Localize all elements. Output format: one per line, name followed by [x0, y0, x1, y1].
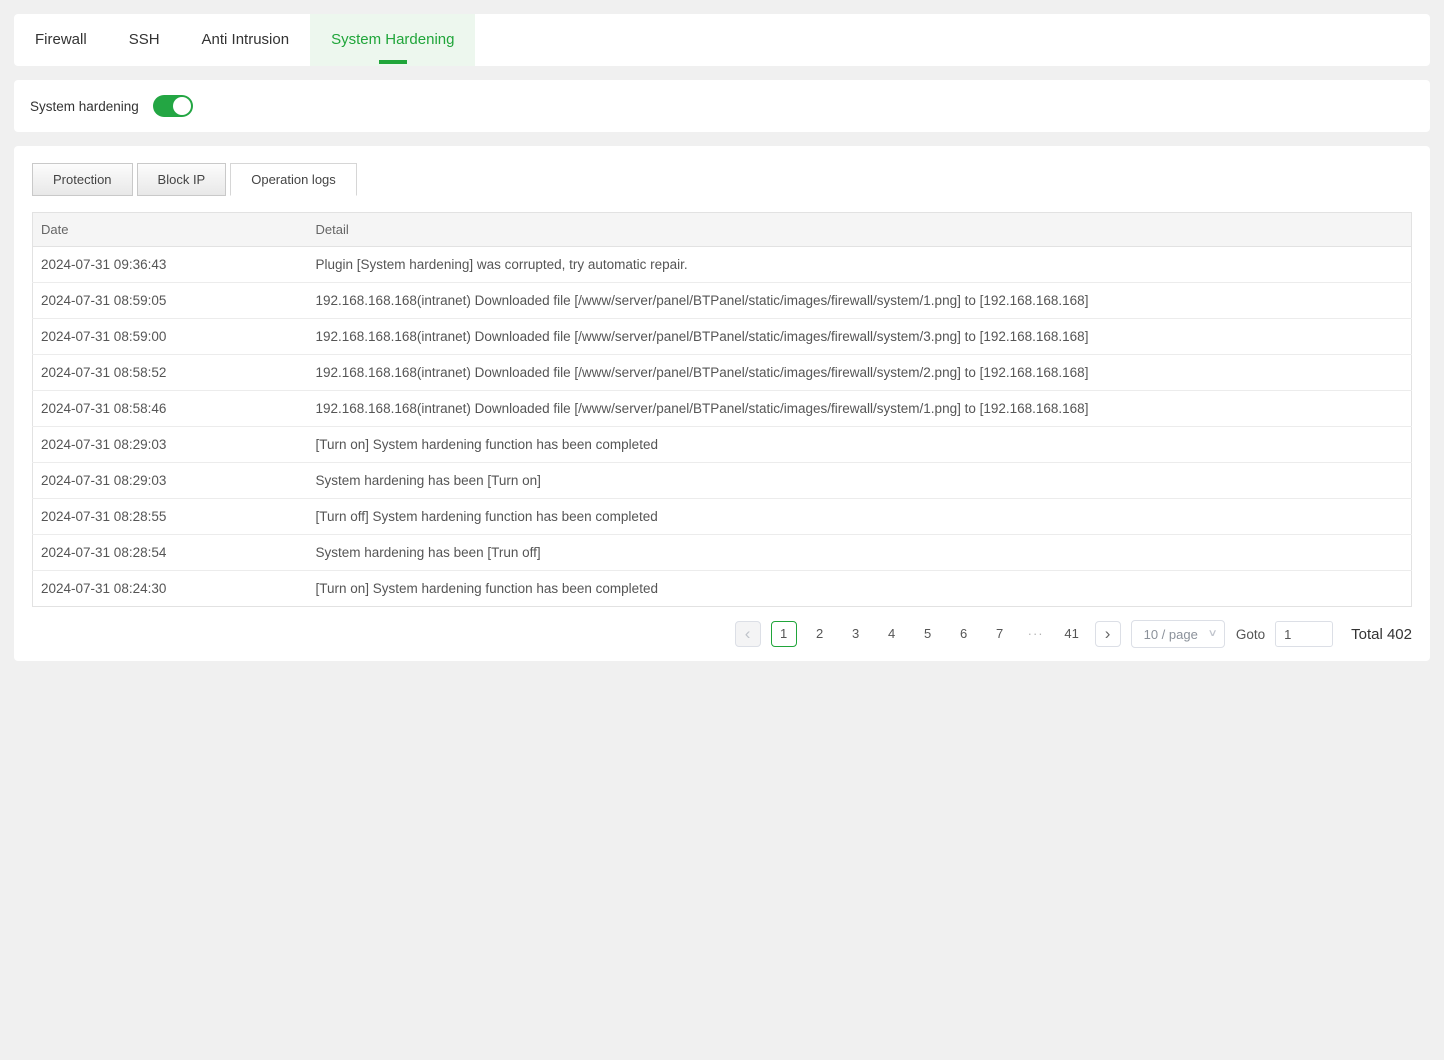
cell-detail: 192.168.168.168(intranet) Downloaded fil…	[308, 283, 1412, 319]
page-number[interactable]: 1	[771, 621, 797, 647]
chevron-left-icon: ‹	[745, 625, 751, 642]
tab-firewall[interactable]: Firewall	[14, 14, 108, 66]
operation-logs-table: Date Detail 2024-07-31 09:36:43 Plugin […	[32, 212, 1412, 607]
cell-date: 2024-07-31 08:24:30	[33, 571, 308, 607]
page-ellipsis: ···	[1023, 621, 1049, 647]
table-row: 2024-07-31 08:24:30 [Turn on] System har…	[33, 571, 1412, 607]
page-number[interactable]: 2	[807, 621, 833, 647]
table-row: 2024-07-31 08:28:55 [Turn off] System ha…	[33, 499, 1412, 535]
prev-page-button[interactable]: ‹	[735, 621, 761, 647]
cell-date: 2024-07-31 08:29:03	[33, 463, 308, 499]
table-row: 2024-07-31 08:59:00 192.168.168.168(intr…	[33, 319, 1412, 355]
cell-detail: System hardening has been [Turn on]	[308, 463, 1412, 499]
table-row: 2024-07-31 08:29:03 [Turn on] System har…	[33, 427, 1412, 463]
cell-detail: [Turn on] System hardening function has …	[308, 427, 1412, 463]
cell-date: 2024-07-31 09:36:43	[33, 247, 308, 283]
cell-date: 2024-07-31 08:58:52	[33, 355, 308, 391]
table-row: 2024-07-31 08:58:46 192.168.168.168(intr…	[33, 391, 1412, 427]
page: Firewall SSH Anti Intrusion System Harde…	[0, 0, 1444, 675]
table-row: 2024-07-31 08:58:52 192.168.168.168(intr…	[33, 355, 1412, 391]
page-list: 1 2 3 4 5 6 7 ··· 41	[766, 621, 1090, 647]
chevron-right-icon: ›	[1105, 625, 1111, 642]
page-number[interactable]: 5	[915, 621, 941, 647]
top-tab-bar: Firewall SSH Anti Intrusion System Harde…	[14, 14, 1430, 66]
cell-date: 2024-07-31 08:59:05	[33, 283, 308, 319]
cell-date: 2024-07-31 08:28:55	[33, 499, 308, 535]
column-header-detail: Detail	[308, 213, 1412, 247]
tab-anti-intrusion[interactable]: Anti Intrusion	[181, 14, 311, 66]
log-table-body: 2024-07-31 09:36:43 Plugin [System harde…	[33, 247, 1412, 607]
chevron-down-icon: ∨	[1207, 628, 1217, 639]
main-panel: Protection Block IP Operation logs Date …	[14, 146, 1430, 661]
cell-detail: System hardening has been [Trun off]	[308, 535, 1412, 571]
table-header-row: Date Detail	[33, 213, 1412, 247]
subtab-operation-logs[interactable]: Operation logs	[230, 163, 357, 196]
total-count: Total 402	[1351, 626, 1412, 643]
page-number[interactable]: 6	[951, 621, 977, 647]
page-number[interactable]: 7	[987, 621, 1013, 647]
cell-date: 2024-07-31 08:58:46	[33, 391, 308, 427]
system-hardening-toggle[interactable]	[153, 95, 193, 117]
next-page-button[interactable]: ›	[1095, 621, 1121, 647]
page-number[interactable]: 4	[879, 621, 905, 647]
cell-detail: [Turn off] System hardening function has…	[308, 499, 1412, 535]
table-row: 2024-07-31 08:28:54 System hardening has…	[33, 535, 1412, 571]
cell-detail: 192.168.168.168(intranet) Downloaded fil…	[308, 355, 1412, 391]
cell-detail: [Turn on] System hardening function has …	[308, 571, 1412, 607]
page-number[interactable]: 41	[1059, 621, 1085, 647]
tab-system-hardening[interactable]: System Hardening	[310, 14, 475, 66]
sub-tab-bar: Protection Block IP Operation logs	[32, 163, 1412, 196]
cell-detail: 192.168.168.168(intranet) Downloaded fil…	[308, 391, 1412, 427]
table-row: 2024-07-31 08:29:03 System hardening has…	[33, 463, 1412, 499]
page-number[interactable]: 3	[843, 621, 869, 647]
system-hardening-panel: System hardening	[14, 80, 1430, 132]
cell-date: 2024-07-31 08:59:00	[33, 319, 308, 355]
system-hardening-label: System hardening	[30, 99, 139, 114]
subtab-block-ip[interactable]: Block IP	[137, 163, 227, 196]
toggle-knob	[173, 97, 191, 115]
subtab-protection[interactable]: Protection	[32, 163, 133, 196]
tab-ssh[interactable]: SSH	[108, 14, 181, 66]
page-size-value: 10 / page	[1144, 627, 1198, 642]
goto-label: Goto	[1236, 627, 1265, 642]
table-row: 2024-07-31 08:59:05 192.168.168.168(intr…	[33, 283, 1412, 319]
cell-detail: Plugin [System hardening] was corrupted,…	[308, 247, 1412, 283]
page-size-select[interactable]: 10 / page ∨	[1131, 620, 1225, 648]
goto-input[interactable]	[1275, 621, 1333, 647]
cell-date: 2024-07-31 08:29:03	[33, 427, 308, 463]
pagination: ‹ 1 2 3 4 5 6 7 ··· 41 › 10 / page ∨	[32, 620, 1412, 648]
cell-detail: 192.168.168.168(intranet) Downloaded fil…	[308, 319, 1412, 355]
column-header-date: Date	[33, 213, 308, 247]
cell-date: 2024-07-31 08:28:54	[33, 535, 308, 571]
table-row: 2024-07-31 09:36:43 Plugin [System harde…	[33, 247, 1412, 283]
